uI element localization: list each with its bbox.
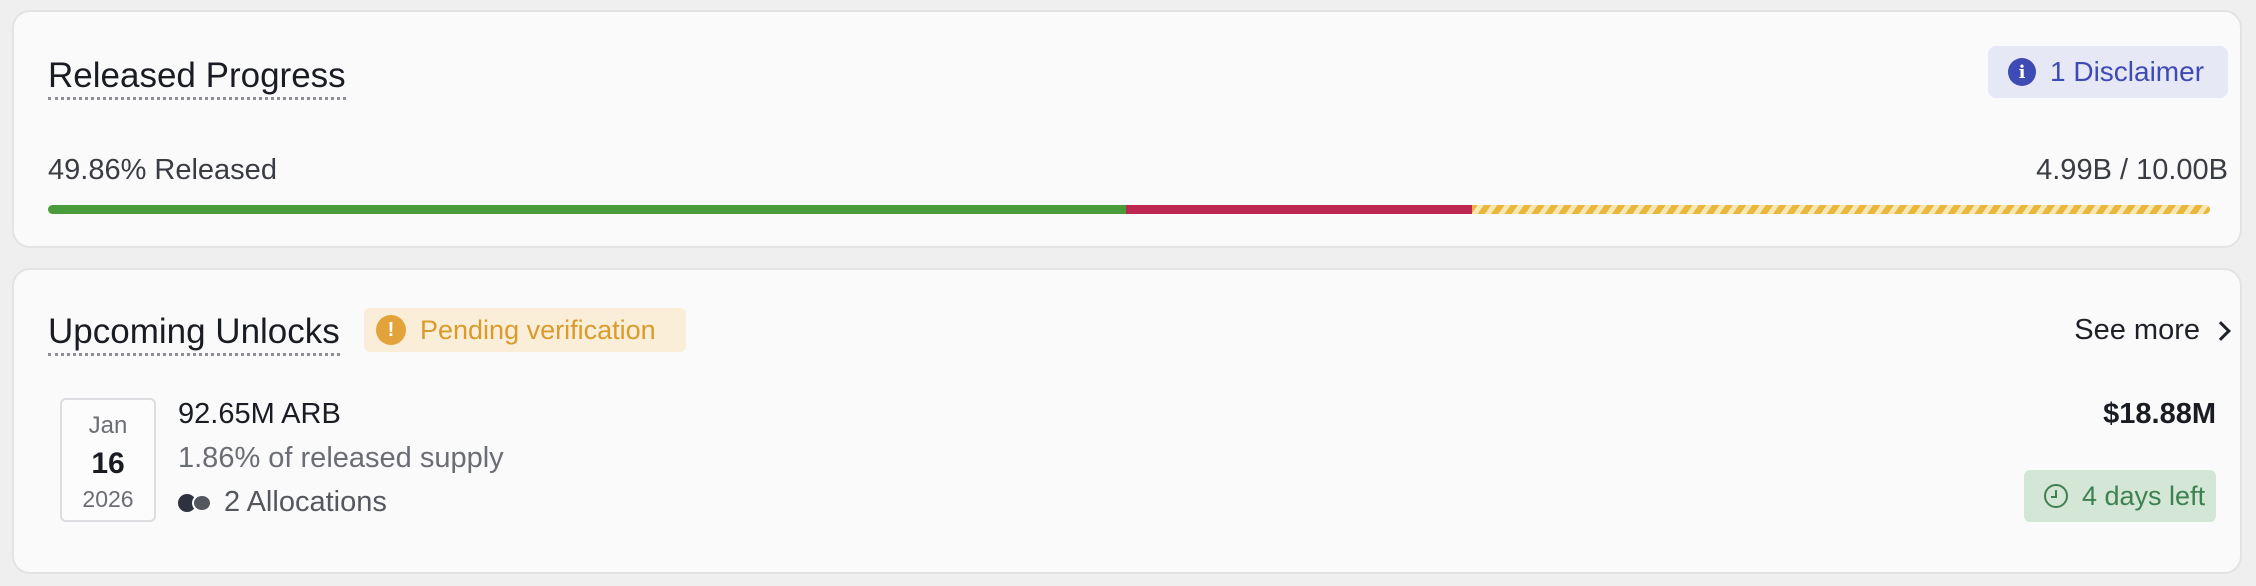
pending-verification-badge[interactable]: ! Pending verification: [364, 308, 686, 352]
see-more-label: See more: [2074, 314, 2200, 346]
unlock-allocations-label: 2 Allocations: [224, 486, 387, 518]
upcoming-unlocks-title[interactable]: Upcoming Unlocks: [48, 312, 340, 356]
chevron-right-icon: [2211, 320, 2231, 341]
unlock-month: Jan: [88, 412, 128, 439]
clock-icon: [2044, 484, 2068, 508]
unlock-amount: 92.65M ARB: [178, 398, 341, 430]
unlock-value: $18.88M: [2103, 398, 2216, 430]
released-percent-label: 49.86% Released: [48, 154, 277, 186]
unlock-allocations[interactable]: 2 Allocations: [178, 486, 387, 519]
unlock-date-box: Jan 16 2026: [60, 398, 156, 522]
released-progress-title[interactable]: Released Progress: [48, 56, 346, 100]
unlock-day: 16: [91, 447, 125, 480]
released-progress-bar: [48, 205, 2210, 214]
days-left-badge: 4 days left: [2024, 470, 2216, 522]
days-left-label: 4 days left: [2082, 480, 2206, 511]
unlock-percent-supply: 1.86% of released supply: [178, 442, 504, 474]
released-total-label: 4.99B / 10.00B: [2036, 154, 2228, 186]
progress-segment-unreleased: [1125, 205, 1472, 214]
info-icon: i: [2008, 58, 2036, 86]
unlock-year: 2026: [82, 486, 134, 512]
released-progress-card: Released Progress i 1 Disclaimer 49.86% …: [12, 10, 2242, 248]
disclaimer-button[interactable]: i 1 Disclaimer: [1988, 46, 2228, 98]
disclaimer-label: 1 Disclaimer: [2050, 56, 2205, 87]
upcoming-unlocks-card: Upcoming Unlocks ! Pending verification …: [12, 268, 2242, 574]
allocation-dots-icon: [178, 493, 214, 512]
see-more-link[interactable]: See more: [2074, 314, 2231, 347]
pending-verification-label: Pending verification: [420, 314, 656, 345]
exclamation-icon: !: [376, 315, 406, 345]
progress-segment-released: [48, 205, 1126, 214]
progress-segment-pending: [1471, 205, 2210, 214]
